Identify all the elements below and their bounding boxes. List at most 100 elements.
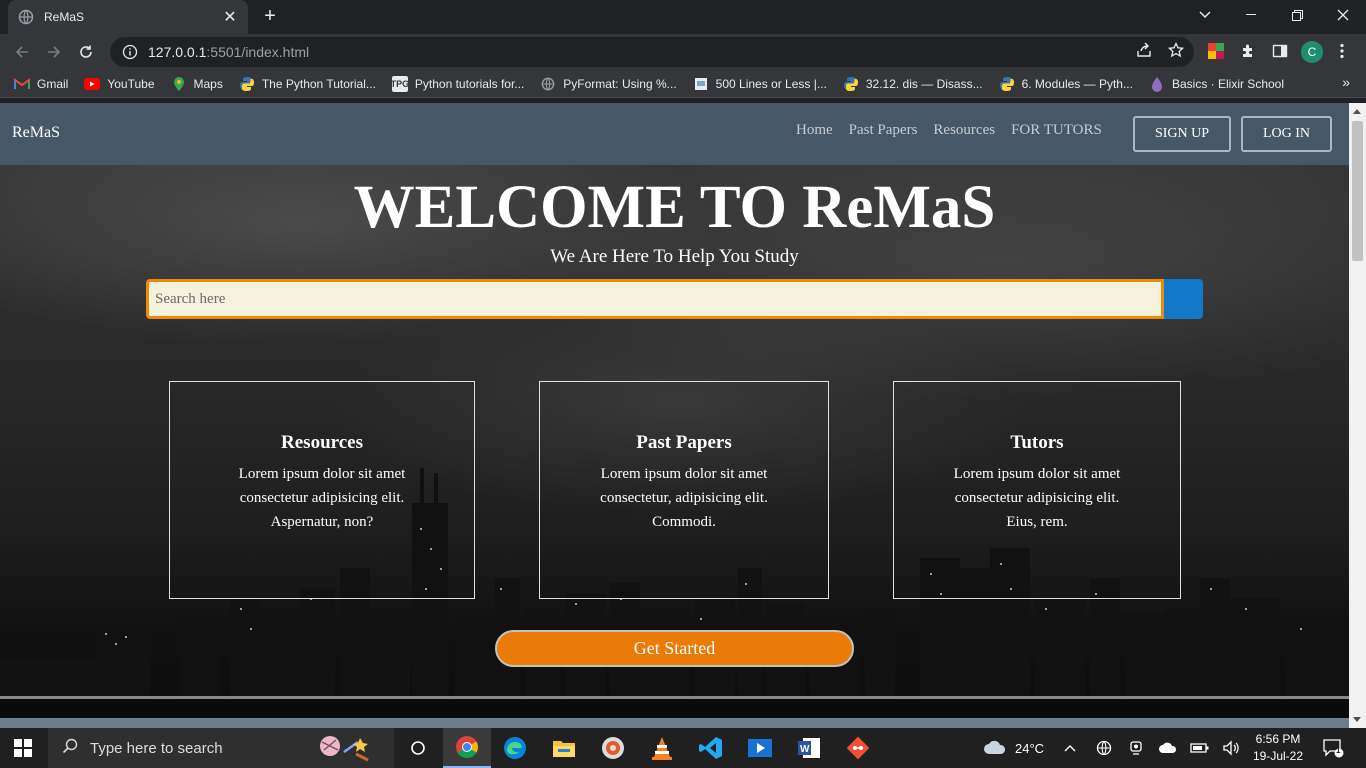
tab-search-chevron-icon[interactable] xyxy=(1182,0,1228,30)
vlc-icon[interactable] xyxy=(638,728,686,768)
bookmark-modules[interactable]: 6. Modules — Pyth... xyxy=(999,76,1133,92)
share-icon[interactable] xyxy=(1132,38,1156,62)
search-bar xyxy=(146,279,1203,319)
bookmark-star-icon[interactable] xyxy=(1164,38,1188,62)
media-player-icon[interactable] xyxy=(589,728,637,768)
address-bar[interactable]: 127.0.0.1:5501/index.html xyxy=(110,37,1194,67)
bookmarks-overflow-icon[interactable]: » xyxy=(1342,74,1350,90)
bookmark-label: PyFormat: Using %... xyxy=(563,76,677,91)
card-title: Resources xyxy=(281,432,363,453)
onedrive-cloud-icon[interactable] xyxy=(1158,728,1178,768)
weather-temperature: 24°C xyxy=(1015,740,1045,756)
cloud-icon xyxy=(983,739,1007,758)
bookmark-gmail[interactable]: Gmail xyxy=(14,76,68,92)
card-resources[interactable]: Resources Lorem ipsum dolor sit amet con… xyxy=(169,381,475,599)
maps-icon xyxy=(171,76,187,92)
bookmark-label: Gmail xyxy=(37,76,69,91)
svg-text:W: W xyxy=(800,744,810,755)
nav-link-for-tutors[interactable]: FOR TUTORS xyxy=(1011,122,1102,139)
log-in-button[interactable]: LOG IN xyxy=(1241,116,1332,152)
search-button[interactable] xyxy=(1164,279,1203,319)
page-icon xyxy=(693,76,709,92)
bookmark-python-tutorials-for[interactable]: TPG Python tutorials for... xyxy=(391,75,525,92)
git-icon[interactable] xyxy=(834,728,882,768)
bookmark-youtube[interactable]: YouTube xyxy=(84,76,155,92)
word-icon[interactable]: W xyxy=(785,728,833,768)
nav-link-resources[interactable]: Resources xyxy=(933,122,995,139)
bookmark-500-lines[interactable]: 500 Lines or Less |... xyxy=(693,76,827,92)
new-tab-button[interactable]: + xyxy=(258,5,282,29)
browser-tab[interactable]: ReMaS ✕ xyxy=(8,0,248,34)
site-info-icon[interactable] xyxy=(122,44,138,60)
taskbar-clock[interactable]: 6:56 PM 19-Jul-22 xyxy=(1250,731,1306,765)
close-tab-icon[interactable]: ✕ xyxy=(222,7,238,27)
bookmark-label: Python tutorials for... xyxy=(414,76,525,91)
minimize-button[interactable] xyxy=(1228,0,1274,30)
windows-start-icon[interactable] xyxy=(14,739,32,757)
python-icon xyxy=(239,76,255,92)
restore-button[interactable] xyxy=(1274,0,1320,30)
nav-link-home[interactable]: Home xyxy=(796,122,833,139)
back-arrow-icon[interactable] xyxy=(8,38,36,66)
card-tutors[interactable]: Tutors Lorem ipsum dolor sit amet consec… xyxy=(893,381,1181,599)
card-text: Lorem ipsum dolor sit amet consectetur a… xyxy=(953,466,1121,530)
battery-icon[interactable] xyxy=(1190,728,1210,768)
gmail-icon xyxy=(14,76,30,92)
chrome-icon[interactable] xyxy=(443,728,491,768)
bookmark-label: YouTube xyxy=(107,76,155,91)
show-hidden-icons-chevron-icon[interactable] xyxy=(1064,728,1076,768)
card-text: Lorem ipsum dolor sit amet consectetur, … xyxy=(600,466,768,530)
file-explorer-icon[interactable] xyxy=(540,728,588,768)
edge-icon[interactable] xyxy=(491,728,539,768)
bookmark-dis[interactable]: 32.12. dis — Disass... xyxy=(843,76,983,92)
nav-link-past-papers[interactable]: Past Papers xyxy=(849,122,918,139)
python-icon xyxy=(999,76,1015,92)
scrollbar-thumb[interactable] xyxy=(1352,121,1363,261)
forward-arrow-icon[interactable] xyxy=(40,38,68,66)
bookmark-maps[interactable]: Maps xyxy=(171,76,223,92)
vscode-icon[interactable] xyxy=(687,728,735,768)
video-editor-icon[interactable] xyxy=(736,728,784,768)
task-view-icon[interactable] xyxy=(394,728,442,768)
bookmark-label: 32.12. dis — Disass... xyxy=(865,76,983,91)
tab-strip: ReMaS ✕ + xyxy=(0,0,1366,34)
clock-time: 6:56 PM xyxy=(1255,732,1301,746)
bookmark-label: 6. Modules — Pyth... xyxy=(1021,76,1133,91)
notification-center-icon[interactable]: 1 xyxy=(1322,728,1344,768)
tab-title: ReMaS xyxy=(44,10,85,24)
volume-icon[interactable] xyxy=(1222,728,1240,768)
webcam-icon[interactable] xyxy=(1128,728,1144,768)
card-title: Tutors xyxy=(1010,432,1064,453)
bookmarks-bar: Gmail YouTube Maps The Python Tutorial..… xyxy=(0,70,1366,98)
taskbar-search-box[interactable]: Type here to search xyxy=(48,728,394,768)
bookmark-label: 500 Lines or Less |... xyxy=(715,76,827,91)
card-past-papers[interactable]: Past Papers Lorem ipsum dolor sit amet c… xyxy=(539,381,829,599)
hero-subtitle: We Are Here To Help You Study xyxy=(550,246,799,267)
search-input[interactable] xyxy=(146,279,1164,319)
scroll-up-arrow-icon[interactable] xyxy=(1353,109,1361,114)
scroll-down-arrow-icon[interactable] xyxy=(1353,717,1361,722)
globe-icon xyxy=(18,9,34,25)
bookmark-python-tutorial[interactable]: The Python Tutorial... xyxy=(239,76,376,92)
close-window-button[interactable] xyxy=(1320,0,1366,30)
bookmark-label: Maps xyxy=(193,76,223,91)
extensions-puzzle-icon[interactable] xyxy=(1238,41,1258,61)
site-logo[interactable]: ReMaS xyxy=(12,124,60,142)
sign-up-button[interactable]: SIGN UP xyxy=(1133,116,1231,152)
weather-widget[interactable]: 24°C xyxy=(983,728,1044,768)
bookmark-pyformat[interactable]: PyFormat: Using %... xyxy=(540,76,677,92)
page-scrollbar[interactable] xyxy=(1349,103,1366,728)
extension-colorful-icon[interactable] xyxy=(1206,41,1226,61)
side-panel-icon[interactable] xyxy=(1270,41,1290,61)
bookmark-elixir[interactable]: Basics · Elixir School xyxy=(1149,76,1284,92)
profile-avatar[interactable]: C xyxy=(1301,41,1323,63)
windows-taskbar: Type here to search W 24°C 6:56 PM 19-Ju… xyxy=(0,728,1366,768)
nav-links: Home Past Papers Resources FOR TUTORS xyxy=(796,122,1102,139)
bookmark-label: Basics · Elixir School xyxy=(1171,76,1284,91)
reload-icon[interactable] xyxy=(72,38,100,66)
language-globe-icon[interactable] xyxy=(1096,728,1112,768)
card-title: Past Papers xyxy=(636,432,732,453)
more-menu-icon[interactable] xyxy=(1332,41,1352,61)
get-started-button[interactable]: Get Started xyxy=(495,630,854,667)
clock-date: 19-Jul-22 xyxy=(1252,749,1304,763)
